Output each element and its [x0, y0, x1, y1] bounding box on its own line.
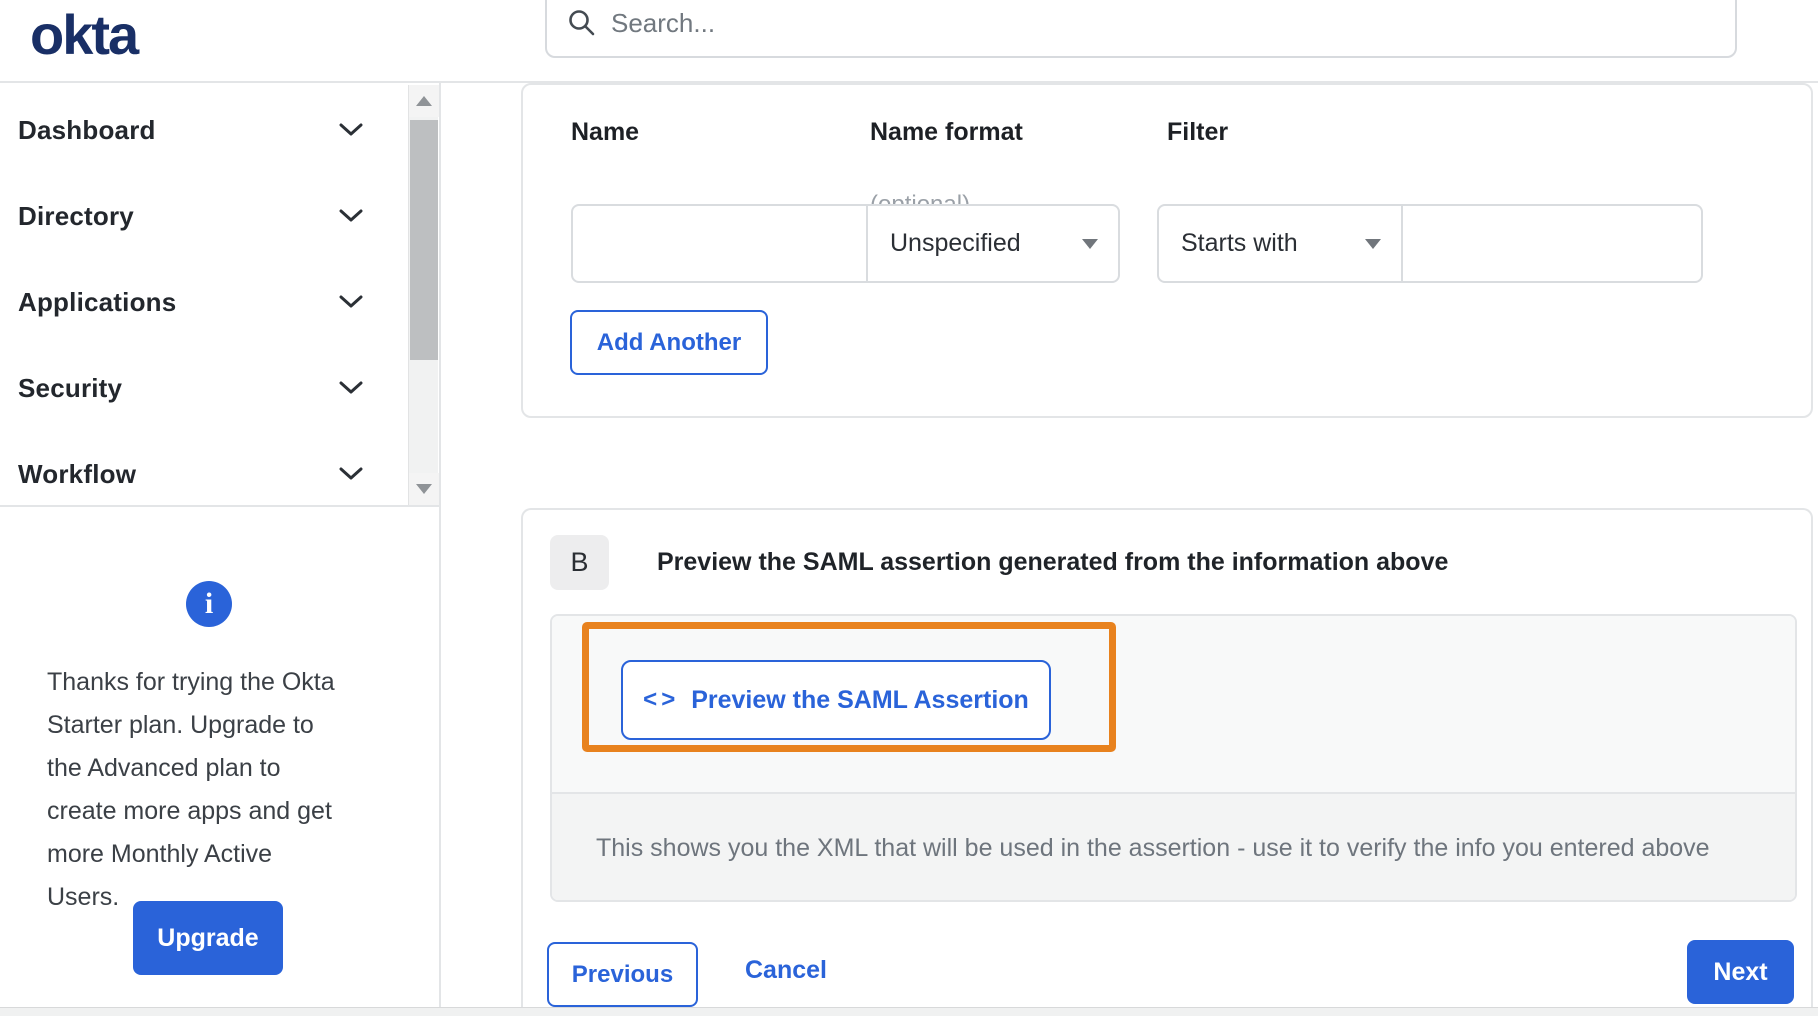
triangle-up-icon [416, 96, 432, 106]
preview-saml-assertion-button[interactable]: <> Preview the SAML Assertion [621, 660, 1051, 740]
preview-button-area: <> Preview the SAML Assertion [552, 616, 1795, 792]
okta-logo: okta [30, 3, 139, 66]
name-column-label: Name [571, 118, 640, 146]
caret-down-icon [1082, 238, 1098, 249]
sidebar-menu: Dashboard Directory Applications Securit… [0, 83, 439, 507]
preview-note-area: This shows you the XML that will be used… [552, 792, 1795, 900]
info-icon: i [186, 581, 232, 627]
scroll-down-button[interactable] [409, 473, 439, 505]
sidebar-item-directory[interactable]: Directory [0, 181, 405, 251]
add-another-button[interactable]: Add Another [570, 310, 768, 375]
scrollbar-thumb[interactable] [410, 120, 438, 360]
sidebar-item-applications[interactable]: Applications [0, 267, 405, 337]
top-header: okta [0, 0, 1818, 83]
name-format-value: Unspecified [890, 229, 1021, 257]
attribute-statements-card: Name Name format (optional) Filter Unspe… [521, 83, 1813, 418]
previous-button[interactable]: Previous [547, 942, 698, 1007]
attribute-name-input[interactable] [571, 204, 868, 283]
chevron-down-icon [339, 123, 363, 136]
cancel-link[interactable]: Cancel [745, 956, 827, 985]
promo-text: Thanks for trying the Okta Starter plan.… [47, 668, 335, 911]
sidebar-item-dashboard[interactable]: Dashboard [0, 95, 405, 165]
sidebar-item-label: Workflow [18, 458, 137, 489]
name-format-column-label: Name format [870, 118, 1023, 146]
sidebar-item-label: Applications [18, 286, 177, 317]
upgrade-button[interactable]: Upgrade [133, 901, 283, 975]
section-b-title: Preview the SAML assertion generated fro… [657, 548, 1449, 576]
section-b-header: B Preview the SAML assertion generated f… [550, 535, 1448, 590]
caret-down-icon [1365, 238, 1381, 249]
search-icon [569, 10, 595, 36]
chevron-down-icon [339, 381, 363, 394]
sidebar-item-label: Dashboard [18, 114, 156, 145]
name-format-select[interactable]: Unspecified [866, 204, 1120, 283]
chevron-down-icon [339, 467, 363, 480]
preview-saml-card: B Preview the SAML assertion generated f… [521, 508, 1813, 1016]
sidebar-scrollbar[interactable] [408, 85, 439, 505]
preview-note: This shows you the XML that will be used… [596, 833, 1710, 862]
step-b-badge: B [550, 535, 609, 590]
global-search[interactable] [545, 0, 1737, 58]
filter-value-input[interactable] [1401, 204, 1703, 283]
chevron-down-icon [339, 209, 363, 222]
preview-button-label: Preview the SAML Assertion [691, 685, 1029, 714]
scroll-up-button[interactable] [409, 85, 439, 117]
upgrade-promo-panel: i Thanks for trying the Okta Starter pla… [0, 509, 439, 1016]
filter-type-value: Starts with [1181, 229, 1298, 257]
triangle-down-icon [416, 484, 432, 494]
sidebar-item-security[interactable]: Security [0, 353, 405, 423]
sidebar-item-workflow[interactable]: Workflow [0, 439, 405, 509]
code-brackets-icon: <> [643, 686, 680, 713]
sidebar-item-label: Security [18, 372, 123, 403]
chevron-down-icon [339, 295, 363, 308]
sidebar-item-label: Directory [18, 200, 134, 231]
sidebar: Dashboard Directory Applications Securit… [0, 83, 441, 1016]
preview-panel: <> Preview the SAML Assertion This shows… [550, 614, 1797, 902]
search-input[interactable] [611, 7, 1735, 39]
next-button[interactable]: Next [1687, 940, 1794, 1004]
filter-column-label: Filter [1167, 118, 1229, 146]
filter-type-select[interactable]: Starts with [1157, 204, 1403, 283]
horizontal-scrollbar[interactable] [0, 1007, 1818, 1016]
